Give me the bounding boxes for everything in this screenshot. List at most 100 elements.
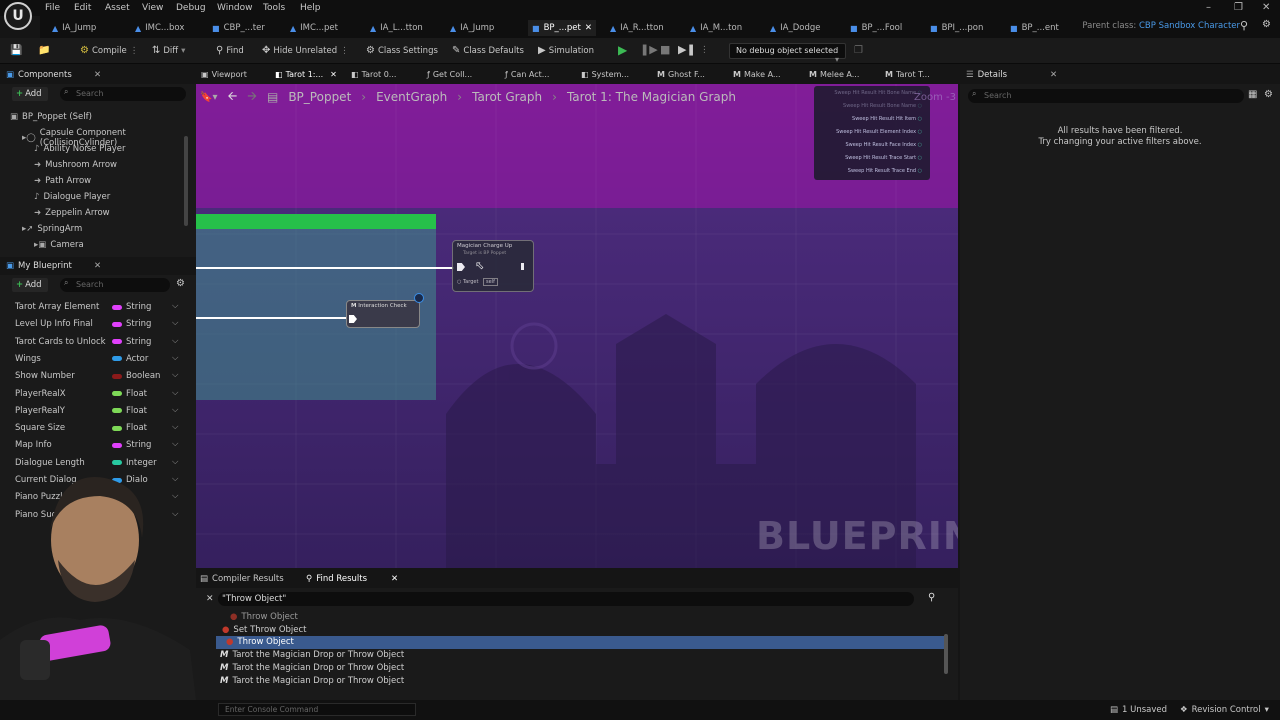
exec-pin-in[interactable] [457, 263, 465, 271]
settings-gear-icon[interactable]: ⚙ [1264, 89, 1273, 100]
restore-icon[interactable]: ❐ [1234, 2, 1243, 13]
menu-window[interactable]: Window [217, 3, 253, 13]
node-magician-charge-up[interactable]: Magician Charge Up Target is BP Poppet ○… [452, 240, 534, 292]
variable-type[interactable]: Float [112, 389, 147, 399]
find-results-scrollbar[interactable] [944, 634, 948, 674]
tab-bp-ent[interactable]: ■ BP_...ent [1010, 20, 1059, 36]
find-result-row[interactable]: ● Throw Object [226, 637, 294, 647]
save-icon[interactable]: 💾 [10, 45, 22, 56]
node-interaction-check[interactable]: M Interaction Check [346, 300, 420, 328]
chevron-down-icon[interactable]: ⌵ [172, 353, 178, 363]
breadcrumb-bp-poppet[interactable]: BP_Poppet [288, 90, 351, 104]
component-mushroom-arrow[interactable]: ➜ Mushroom Arrow [34, 160, 117, 170]
output-pin[interactable]: Sweep Hit Result Element Index ○ [836, 129, 922, 135]
debug-object-select[interactable]: No debug object selected ▾ [729, 43, 846, 64]
tab-tarot-t[interactable]: M Tarot T... [885, 70, 930, 79]
compile-button[interactable]: ⚙ Compile ⋮ [80, 45, 138, 56]
simulation-button[interactable]: ▶ Simulation [538, 45, 594, 56]
output-pin[interactable]: Sweep Hit Result Hit Item ○ [852, 116, 922, 122]
find-result-row[interactable]: ● Throw Object [230, 612, 298, 622]
forward-arrow-icon[interactable]: 🡪 [247, 87, 257, 108]
exec-pin-in[interactable] [349, 315, 357, 323]
back-arrow-icon[interactable]: 🡨 [227, 87, 237, 108]
class-settings-button[interactable]: ⚙ Class Settings [366, 45, 438, 56]
tab-cbp-ter[interactable]: ■ CBP_...ter [212, 20, 265, 36]
menu-edit[interactable]: Edit [74, 3, 91, 13]
my-blueprint-search-input[interactable]: Search [60, 278, 170, 292]
console-command-input[interactable]: Enter Console Command [218, 703, 416, 716]
variable-row[interactable]: Tarot Cards to Unlock String ⌵ [0, 334, 196, 351]
variable-type[interactable]: Float [112, 406, 147, 416]
step-over-icon[interactable]: ▶❚ [678, 43, 696, 56]
details-search-input[interactable]: Search [968, 89, 1244, 103]
unsaved-indicator[interactable]: ▤ 1 Unsaved [1110, 705, 1167, 715]
component-zeppelin-arrow[interactable]: ➜ Zeppelin Arrow [34, 208, 110, 218]
variable-row[interactable]: PlayerRealX Float ⌵ [0, 386, 196, 403]
variable-type[interactable]: String [112, 337, 151, 347]
close-tab-icon[interactable]: ✕ [330, 70, 337, 79]
tab-find-results[interactable]: ⚲ Find Results ✕ [306, 574, 398, 584]
component-camera[interactable]: ▸▣ Camera [34, 240, 84, 250]
diff-button[interactable]: ⇅ Diff ▾ [152, 45, 185, 56]
variable-row[interactable]: PlayerRealY Float ⌵ [0, 403, 196, 420]
chevron-down-icon[interactable]: ⌵ [172, 405, 178, 415]
variable-row[interactable]: Map Info String ⌵ [0, 437, 196, 454]
find-button[interactable]: ⚲ Find [216, 45, 244, 56]
component-self[interactable]: ▣ BP_Poppet (Self) [10, 112, 92, 122]
variable-type[interactable]: String [112, 319, 151, 329]
tab-bp-fool[interactable]: ■ BP_...Fool [850, 20, 902, 36]
output-pin[interactable]: Sweep Hit Result Trace Start ○ [845, 155, 922, 161]
tab-system[interactable]: ◧ System... [581, 70, 629, 79]
component-path-arrow[interactable]: ➜ Path Arrow [34, 176, 91, 186]
tab-compiler-results[interactable]: ▤ Compiler Results [200, 574, 284, 584]
breadcrumb-current-graph[interactable]: Tarot 1: The Magician Graph [567, 90, 736, 104]
output-pin[interactable]: Sweep Hit Result Hit Bone Name ○ [834, 90, 922, 96]
close-tab-icon[interactable]: ✕ [585, 23, 592, 33]
search-icon[interactable]: ⚲ [1240, 19, 1248, 32]
menu-tools[interactable]: Tools [263, 3, 285, 13]
component-springarm[interactable]: ▸➚ SpringArm [22, 224, 82, 234]
tab-ia-jump[interactable]: ▲ IA_Jump [52, 20, 96, 36]
chevron-down-icon[interactable]: ⌵ [172, 301, 178, 311]
chevron-down-icon[interactable]: ⌵ [172, 336, 178, 346]
clear-search-icon[interactable]: ✕ [206, 594, 214, 604]
find-result-row[interactable]: M Tarot the Magician Drop or Throw Object [220, 650, 404, 660]
component-dialogue-player[interactable]: ♪ Dialogue Player [34, 192, 110, 202]
play-options-icon[interactable]: ⋮ [700, 45, 709, 55]
tab-bp-pet[interactable]: ■ BP_...pet ✕ [528, 20, 596, 36]
play-icon[interactable]: ▶ [618, 43, 627, 57]
tab-imc-pet[interactable]: ▲ IMC...pet [290, 20, 338, 36]
tab-melee-a[interactable]: M Melee A... [809, 70, 859, 79]
find-result-row[interactable]: M Tarot the Magician Drop or Throw Object [220, 676, 404, 686]
add-component-button[interactable]: + Add [12, 87, 48, 101]
tab-tarot-1[interactable]: ◧ Tarot 1:... ✕ [275, 70, 337, 79]
close-components-icon[interactable]: ✕ [94, 70, 101, 80]
chevron-down-icon[interactable]: ⌵ [172, 388, 178, 398]
close-my-blueprint-icon[interactable]: ✕ [94, 261, 101, 271]
variable-type[interactable]: Boolean [112, 371, 160, 381]
minimize-icon[interactable]: – [1206, 2, 1211, 13]
variable-type[interactable]: Float [112, 423, 147, 433]
exec-pin-out[interactable] [521, 263, 524, 270]
component-ability-noise[interactable]: ♪ Ability Noise Player [34, 144, 126, 154]
stop-icon[interactable]: ■ [660, 43, 670, 56]
table-view-icon[interactable]: ▦ [1248, 89, 1257, 100]
graph-canvas[interactable]: Magician Charge Up Target is BP Poppet ○… [196, 84, 958, 568]
tab-viewport[interactable]: ▣ Viewport [201, 70, 247, 79]
tab-ia-dodge[interactable]: ▲ IA_Dodge [770, 20, 821, 36]
close-details-icon[interactable]: ✕ [1050, 70, 1057, 80]
components-search-input[interactable]: Search [60, 87, 186, 101]
tab-ia-m-ton[interactable]: ▲ IA_M...ton [690, 20, 742, 36]
tab-ia-l-tton[interactable]: ▲ IA_L...tton [370, 20, 423, 36]
debug-browse-icon[interactable]: ❐ [854, 45, 863, 56]
close-window-icon[interactable]: ✕ [1262, 2, 1270, 13]
tab-ghost-f[interactable]: M Ghost F... [657, 70, 705, 79]
variable-row[interactable]: Tarot Array Element String ⌵ [0, 299, 196, 316]
close-tab-icon[interactable]: ✕ [391, 574, 398, 584]
output-pin[interactable]: Sweep Hit Result Face Index ○ [845, 142, 922, 148]
variable-type[interactable]: String [112, 302, 151, 312]
tab-imc-box[interactable]: ▲ IMC...box [135, 20, 184, 36]
menu-debug[interactable]: Debug [176, 3, 206, 13]
tab-can-act[interactable]: ƒ Can Act... [505, 70, 549, 79]
menu-file[interactable]: File [45, 3, 60, 13]
